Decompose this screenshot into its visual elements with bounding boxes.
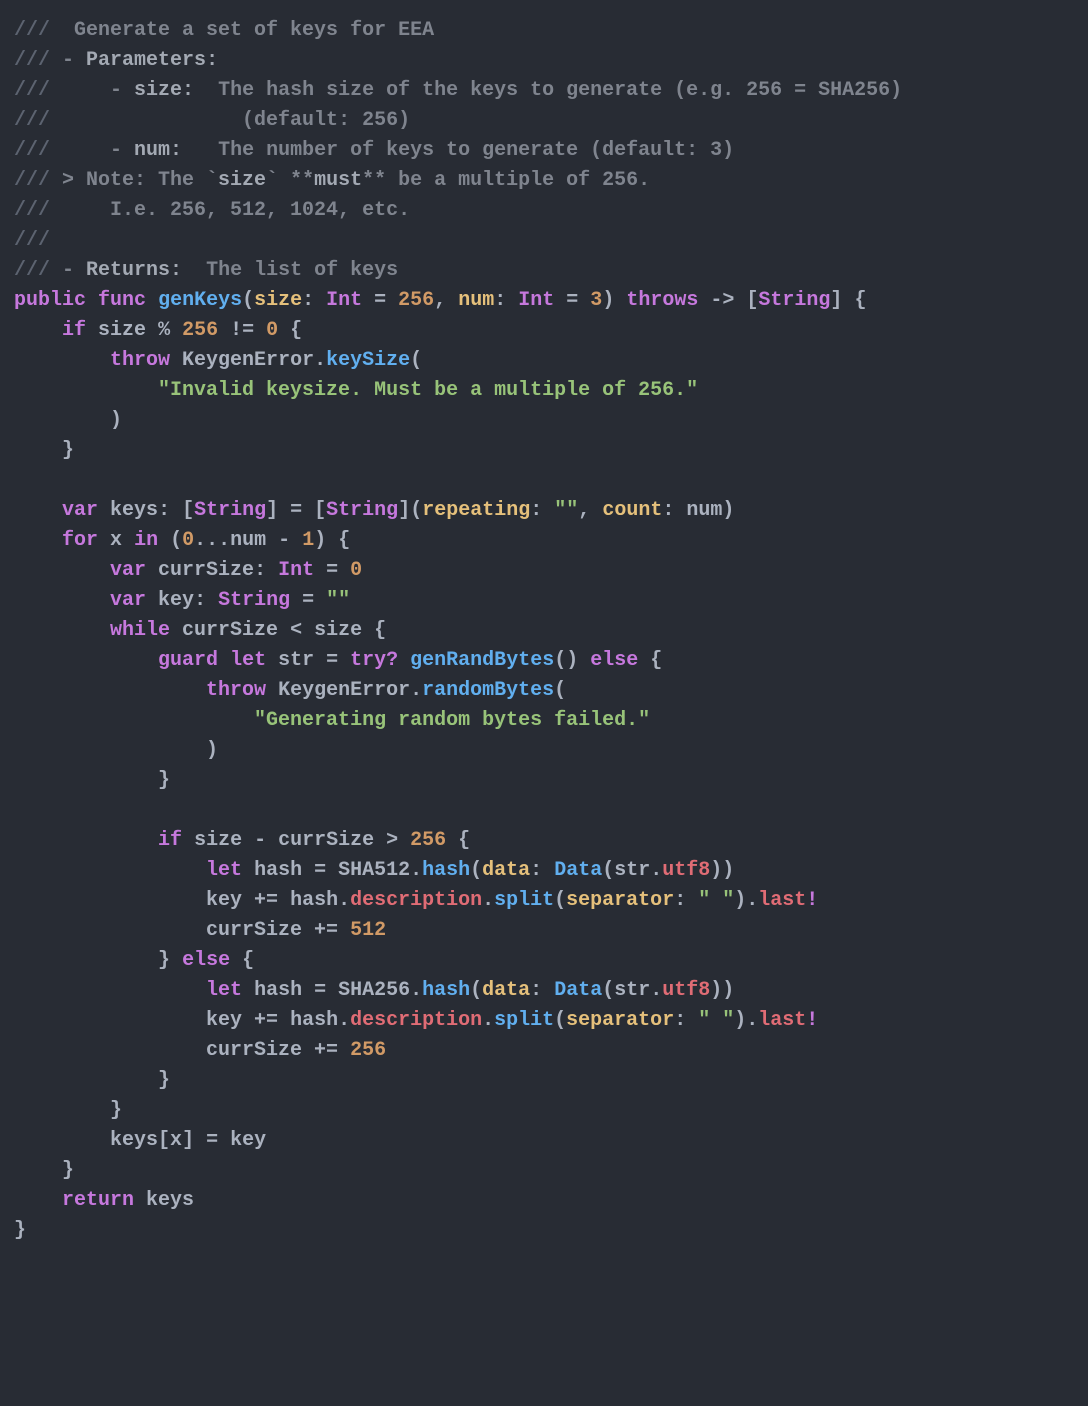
code-line: } [14, 769, 170, 792]
code-line: } [14, 1219, 26, 1242]
code-line: if size % 256 != 0 { [14, 319, 302, 342]
doc-line-5: /// - num: The number of keys to generat… [14, 139, 734, 162]
code-line: if size - currSize > 256 { [14, 829, 470, 852]
code-line: while currSize < size { [14, 619, 386, 642]
code-editor[interactable]: /// Generate a set of keys for EEA /// -… [0, 0, 1088, 1262]
code-line: let hash = SHA512.hash(data: Data(str.ut… [14, 859, 734, 882]
code-line: } [14, 1099, 122, 1122]
code-line: } [14, 439, 74, 462]
code-line: var currSize: Int = 0 [14, 559, 362, 582]
code-line: throw KeygenError.keySize( [14, 349, 422, 372]
code-line: var key: String = "" [14, 589, 350, 612]
doc-line-9: /// - Returns: The list of keys [14, 259, 398, 282]
code-line: guard let str = try? genRandBytes() else… [14, 649, 662, 672]
code-line: throw KeygenError.randomBytes( [14, 679, 566, 702]
code-line: "Generating random bytes failed." [14, 709, 650, 732]
doc-line-8: /// [14, 229, 50, 252]
code-line [14, 469, 26, 492]
code-line: } [14, 1159, 74, 1182]
code-line: ) [14, 409, 122, 432]
code-line: let hash = SHA256.hash(data: Data(str.ut… [14, 979, 734, 1002]
code-line: } [14, 1069, 170, 1092]
doc-line-4: /// (default: 256) [14, 109, 410, 132]
code-line: currSize += 512 [14, 919, 386, 942]
code-line: currSize += 256 [14, 1039, 386, 1062]
code-line: keys[x] = key [14, 1129, 266, 1152]
code-line: } else { [14, 949, 254, 972]
code-line: return keys [14, 1189, 194, 1212]
doc-line-3: /// - size: The hash size of the keys to… [14, 79, 902, 102]
code-line: key += hash.description.split(separator:… [14, 1009, 818, 1032]
doc-line-2: /// - Parameters: [14, 49, 218, 72]
code-line: for x in (0...num - 1) { [14, 529, 350, 552]
doc-line-1: /// Generate a set of keys for EEA [14, 19, 434, 42]
code-line: var keys: [String] = [String](repeating:… [14, 499, 734, 522]
code-line: "Invalid keysize. Must be a multiple of … [14, 379, 698, 402]
doc-line-6: /// > Note: The `size` **must** be a mul… [14, 169, 650, 192]
code-line: public func genKeys(size: Int = 256, num… [14, 289, 866, 312]
doc-line-7: /// I.e. 256, 512, 1024, etc. [14, 199, 410, 222]
code-line: ) [14, 739, 218, 762]
code-line [14, 799, 26, 822]
code-line: key += hash.description.split(separator:… [14, 889, 818, 912]
